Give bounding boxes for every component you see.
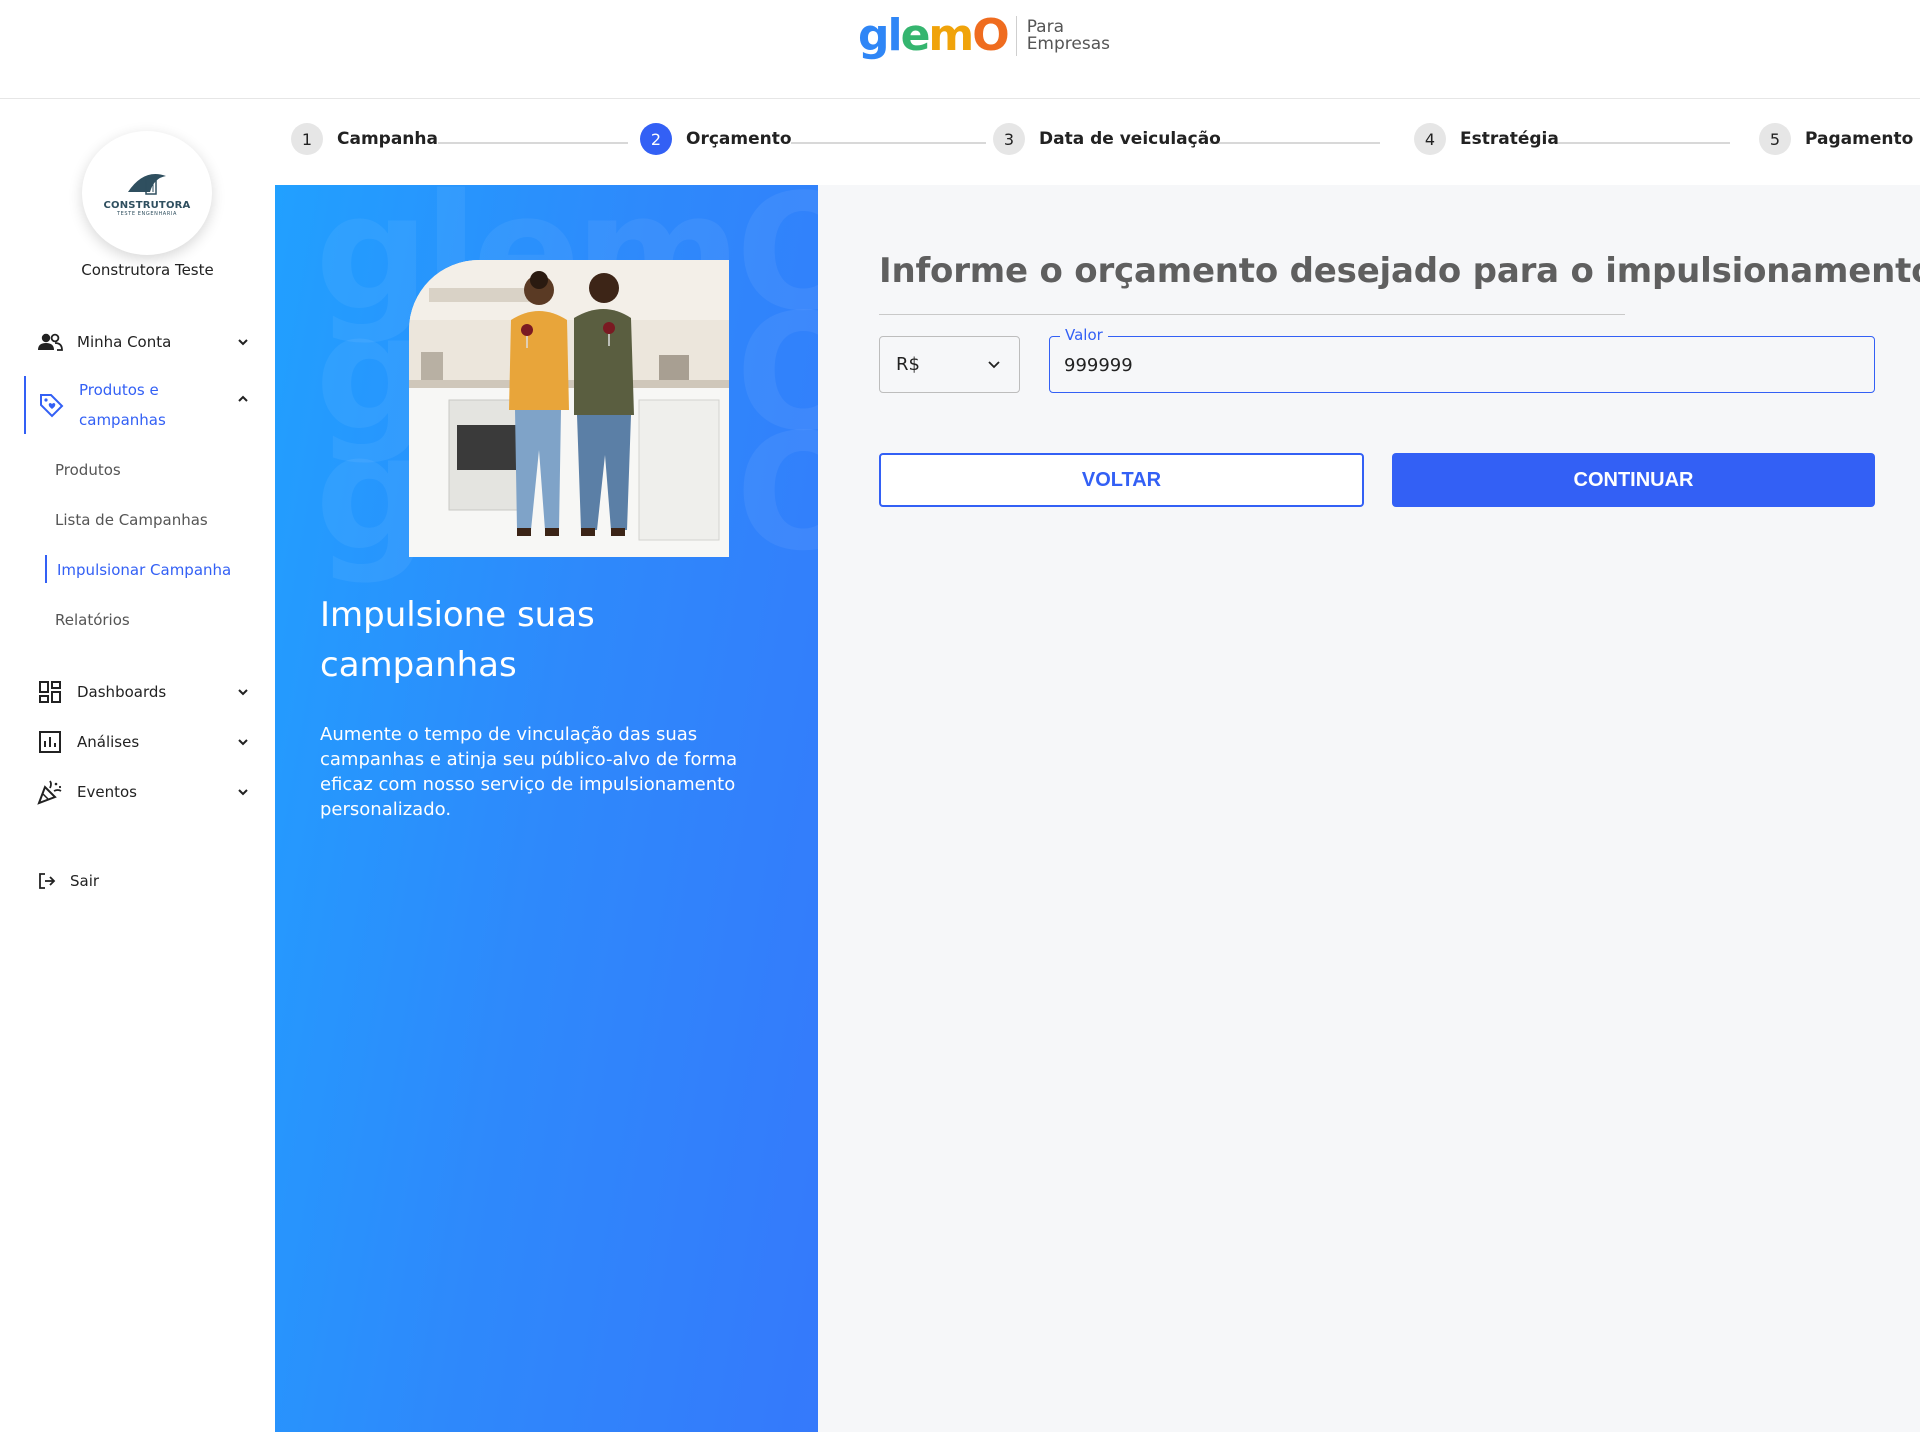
step-connector — [791, 142, 986, 144]
progress-stepper: 1 Campanha 2 Orçamento 3 Data de veicula… — [275, 100, 1920, 185]
step-data-veiculacao[interactable]: 3 Data de veiculação — [993, 123, 1221, 155]
valor-field[interactable]: Valor — [1049, 326, 1875, 393]
step-estrategia[interactable]: 4 Estratégia — [1414, 123, 1559, 155]
continue-button[interactable]: CONTINUAR — [1392, 453, 1875, 507]
building-logo-icon — [128, 173, 166, 195]
step-label: Estratégia — [1460, 129, 1559, 149]
avatar-brand: CONSTRUTORA — [103, 199, 191, 211]
celebration-icon — [37, 779, 63, 805]
chevron-down-icon[interactable] — [236, 685, 250, 699]
sidebar-item-eventos[interactable]: Eventos — [0, 779, 265, 805]
sidebar-item-produtos-campanhas[interactable]: Produtos e campanhas — [0, 376, 265, 434]
people-icon — [37, 329, 63, 355]
dashboard-icon — [37, 679, 63, 705]
tag-heart-icon — [38, 392, 64, 418]
couple-kitchen-image — [409, 260, 729, 557]
logo-wordmark: glemO — [858, 10, 1010, 61]
step-label: Orçamento — [686, 129, 792, 149]
logout-icon — [34, 868, 60, 894]
promo-description: Aumente o tempo de vinculação das suas c… — [320, 724, 738, 820]
valor-input[interactable] — [1064, 351, 1844, 379]
valor-label: Valor — [1060, 326, 1108, 344]
top-header: glemO Para Empresas — [0, 0, 1920, 99]
sidebar-item-analises[interactable]: Análises — [0, 729, 265, 755]
glemo-logo[interactable]: glemO Para Empresas — [858, 10, 1110, 62]
chevron-down-icon[interactable] — [236, 335, 250, 349]
step-label: Pagamento — [1805, 129, 1914, 149]
company-name: Construtora Teste — [81, 261, 214, 279]
avatar-brand-sub: TESTE ENGENHARIA — [116, 210, 177, 217]
logout-button[interactable]: Sair — [0, 870, 265, 892]
sidebar-item-minha-conta[interactable]: Minha Conta — [0, 329, 265, 355]
step-pagamento[interactable]: 5 Pagamento — [1759, 123, 1913, 155]
step-connector — [1555, 142, 1730, 144]
chevron-down-icon — [988, 361, 1000, 369]
sidebar-item-dashboards[interactable]: Dashboards — [0, 679, 265, 705]
budget-form-panel: Informe o orçamento desejado para o impu… — [818, 185, 1920, 1432]
chevron-up-icon[interactable] — [236, 392, 250, 406]
step-number: 5 — [1759, 123, 1791, 155]
sub-active-indicator — [45, 555, 47, 583]
back-button[interactable]: VOLTAR — [879, 453, 1364, 507]
step-connector — [438, 142, 628, 144]
title-divider — [879, 314, 1625, 315]
sub-item-lista-campanhas[interactable]: Lista de Campanhas — [55, 511, 208, 529]
step-number: 2 — [640, 123, 672, 155]
promo-title: Impulsione suas campanhas — [320, 595, 595, 685]
currency-value: R$ — [896, 354, 920, 375]
sub-item-impulsionar-campanha[interactable]: Impulsionar Campanha — [57, 561, 231, 579]
step-orcamento[interactable]: 2 Orçamento — [640, 123, 792, 155]
sidebar-item-label: Produtos e campanhas — [79, 381, 166, 429]
step-connector — [1210, 142, 1380, 144]
promo-panel: glemOglemOglemO — [275, 185, 818, 1432]
step-campanha[interactable]: 1 Campanha — [291, 123, 438, 155]
sidebar: CONSTRUTORA TESTE ENGENHARIA Construtora… — [0, 100, 275, 1432]
avatar[interactable]: CONSTRUTORA TESTE ENGENHARIA — [82, 131, 212, 255]
currency-select[interactable]: R$ — [879, 336, 1020, 393]
page-title: Informe o orçamento desejado para o impu… — [879, 251, 1920, 291]
step-number: 3 — [993, 123, 1025, 155]
logo-separator — [1015, 16, 1017, 56]
step-number: 4 — [1414, 123, 1446, 155]
sub-item-relatorios[interactable]: Relatórios — [55, 611, 130, 629]
chevron-down-icon[interactable] — [236, 785, 250, 799]
step-number: 1 — [291, 123, 323, 155]
step-label: Data de veiculação — [1039, 129, 1221, 149]
logo-subtitle: Para Empresas — [1026, 17, 1110, 54]
analytics-icon — [37, 729, 63, 755]
chevron-down-icon[interactable] — [236, 735, 250, 749]
sub-item-produtos[interactable]: Produtos — [55, 461, 121, 479]
step-label: Campanha — [337, 129, 438, 149]
